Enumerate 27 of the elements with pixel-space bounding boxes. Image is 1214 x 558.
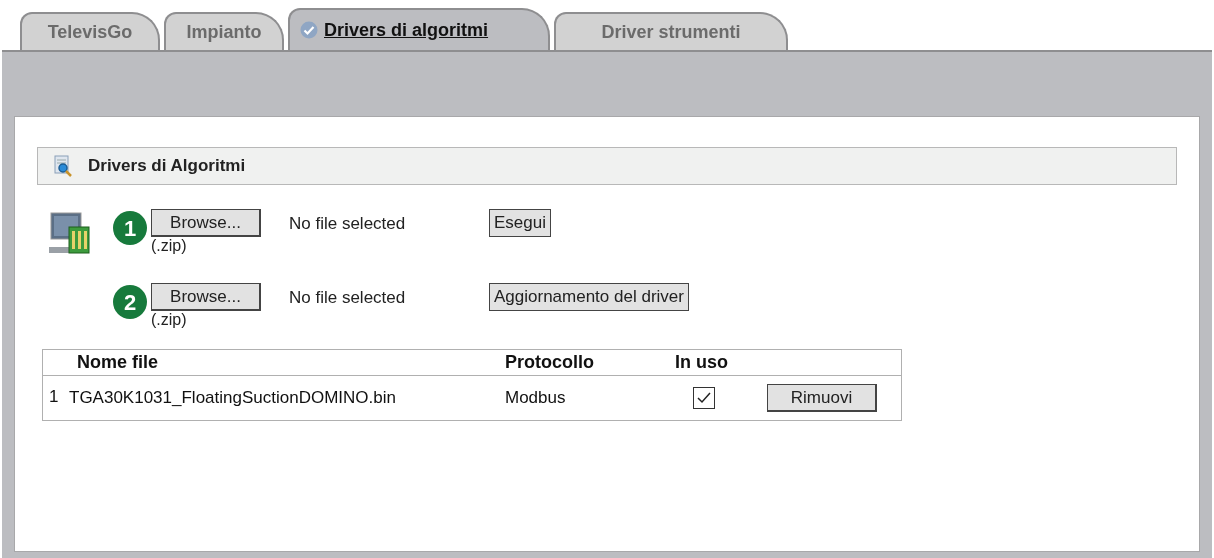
tab[interactable]: Driver strumenti bbox=[554, 12, 788, 50]
file-type-hint: (.zip) bbox=[151, 311, 188, 329]
tab[interactable]: Drivers di algoritmi bbox=[288, 8, 550, 50]
section-title: Drivers di Algoritmi bbox=[88, 155, 246, 178]
file-name: TGA30K1031_FloatingSuctionDOMINO.bin bbox=[69, 387, 397, 410]
step-badge: 1 bbox=[113, 211, 147, 245]
column-header: In uso bbox=[675, 351, 729, 374]
action-button[interactable]: Aggiornamento del driver bbox=[489, 283, 689, 311]
protocol-cell-text: Modbus bbox=[505, 387, 567, 410]
computer-icon bbox=[47, 211, 93, 257]
column-header: Protocollo bbox=[505, 351, 595, 374]
remove-button[interactable]: Rimuovi bbox=[767, 384, 877, 412]
tab[interactable]: TelevisGo bbox=[20, 12, 160, 50]
row-number: 1 bbox=[48, 386, 60, 408]
column-header: Nome file bbox=[76, 351, 160, 374]
action-button[interactable]: Esegui bbox=[489, 209, 551, 237]
file-type-hint: (.zip) bbox=[151, 237, 188, 255]
check-mark-icon bbox=[696, 391, 712, 405]
browse-button[interactable]: Browse... bbox=[151, 209, 261, 237]
file-status: No file selected bbox=[289, 213, 407, 235]
file-status: No file selected bbox=[289, 287, 407, 309]
tab[interactable]: Impianto bbox=[164, 12, 284, 50]
check-icon bbox=[300, 21, 318, 39]
in-use-checkbox[interactable] bbox=[693, 387, 715, 409]
browse-button[interactable]: Browse... bbox=[151, 283, 261, 311]
step-badge: 2 bbox=[113, 285, 147, 319]
document-search-icon bbox=[52, 155, 74, 177]
